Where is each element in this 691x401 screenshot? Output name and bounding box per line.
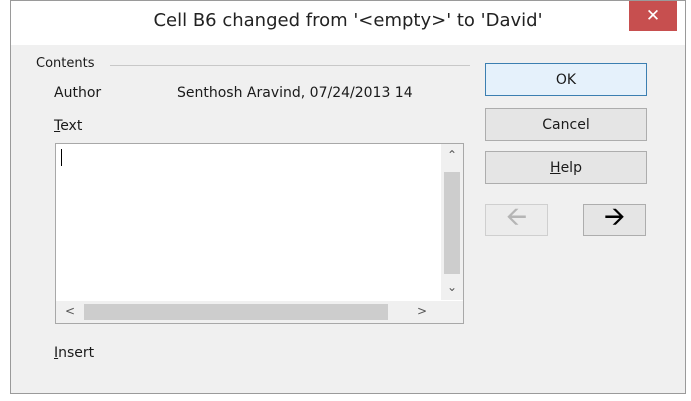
help-button[interactable]: Help <box>485 151 647 184</box>
text-caret <box>61 149 62 166</box>
scroll-up-icon[interactable]: ⌃ <box>441 148 463 162</box>
title-bar: Cell B6 changed from '<empty>' to 'David… <box>11 1 685 45</box>
author-label: Author <box>54 85 102 101</box>
left-arrow-icon: 🡨 <box>505 202 528 232</box>
vertical-scrollbar[interactable]: ⌃ ⌄ <box>441 144 463 300</box>
close-button[interactable]: ✕ <box>629 1 677 31</box>
horizontal-scrollbar[interactable]: < > <box>56 301 442 323</box>
contents-group-label: Contents <box>36 56 101 71</box>
text-label-rest: ext <box>60 118 83 134</box>
horizontal-scroll-thumb[interactable] <box>84 304 388 320</box>
help-button-mnemonic: H <box>550 159 561 176</box>
scroll-left-icon[interactable]: < <box>60 304 80 318</box>
vertical-scroll-thumb[interactable] <box>444 172 460 274</box>
cancel-button-label: Cancel <box>542 116 590 133</box>
insert-label-rest: nsert <box>58 345 95 361</box>
text-label: Text <box>54 118 82 134</box>
group-divider <box>110 65 470 66</box>
cancel-button[interactable]: Cancel <box>485 108 647 141</box>
previous-button[interactable]: 🡨 <box>485 202 548 236</box>
right-arrow-icon: 🡪 <box>603 202 626 232</box>
text-area[interactable]: ⌃ ⌄ < > <box>55 143 464 324</box>
scroll-right-icon[interactable]: > <box>412 304 432 318</box>
dialog-title: Cell B6 changed from '<empty>' to 'David… <box>153 10 543 31</box>
insert-label: Insert <box>54 345 94 361</box>
scroll-down-icon[interactable]: ⌄ <box>441 280 463 294</box>
scrollbar-corner <box>441 301 463 323</box>
help-button-label-rest: elp <box>560 159 582 176</box>
author-value: Senthosh Aravind, 07/24/2013 14 <box>177 85 413 101</box>
next-button[interactable]: 🡪 <box>583 202 646 236</box>
ok-button-label: OK <box>555 71 577 88</box>
ok-button[interactable]: OK <box>485 63 647 96</box>
close-icon: ✕ <box>645 6 661 26</box>
